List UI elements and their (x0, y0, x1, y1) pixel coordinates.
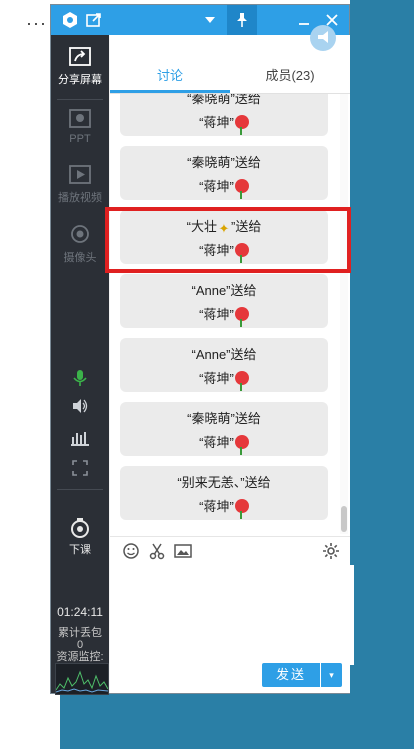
resource-monitor-graph (55, 663, 109, 695)
resource-monitor-label: 资源监控: (56, 651, 104, 663)
rose-icon (234, 307, 249, 327)
rose-icon (234, 499, 249, 519)
send-options-button[interactable]: ▾ (321, 663, 342, 687)
audio-level-icon (71, 429, 89, 447)
sidebar-item-camera[interactable]: 摄像头 (51, 225, 109, 265)
rose-icon (234, 371, 249, 391)
sidebar-item-play-video[interactable]: 播放视频 (51, 165, 109, 205)
gift-message: “Anne”送给 “蒋坤” (120, 338, 328, 392)
message-list[interactable]: “秦晓萌”送给 “蒋坤” “秦晓萌”送给 “蒋坤” “大壮 ✦ ”送给 “蒋坤” “… (110, 94, 350, 534)
sidebar-item-label: PPT (69, 133, 91, 145)
divider (57, 489, 103, 490)
sidebar-item-share-screen[interactable]: 分享屏幕 (51, 47, 109, 87)
sidebar: 分享屏幕 PPT 播放视频 摄像头 下课 01:24:11 累计丢包 0 资源监… (51, 35, 109, 695)
sidebar-item-label: 分享屏幕 (58, 74, 102, 86)
composer-toolbar (110, 536, 350, 565)
gift-sender-line: “秦晓萌”送给 (187, 94, 261, 106)
share-out-icon[interactable] (85, 11, 103, 29)
gift-receiver-line: “蒋坤” (120, 304, 328, 327)
rose-icon (234, 115, 249, 135)
gift-sender-line: “秦晓萌”送给 (187, 155, 261, 170)
gift-receiver: “蒋坤” (199, 435, 234, 450)
gift-receiver: “蒋坤” (199, 371, 234, 386)
gift-receiver-line: “蒋坤” (120, 432, 328, 455)
gift-message: “秦晓萌”送给 “蒋坤” (120, 402, 328, 456)
divider (57, 99, 103, 100)
dropdown-arrow-icon[interactable] (201, 11, 219, 29)
desktop-background-right (350, 0, 414, 749)
more-icon[interactable]: ··· (26, 13, 47, 34)
gift-receiver: “蒋坤” (199, 115, 234, 130)
rose-icon (234, 179, 249, 199)
emoji-icon[interactable] (122, 542, 140, 560)
gift-receiver-line: “蒋坤” (120, 176, 328, 199)
play-video-icon (68, 165, 92, 185)
packet-loss-label: 累计丢包 (58, 627, 102, 639)
classroom-window: 分享屏幕 PPT 播放视频 摄像头 下课 01:24:11 累计丢包 0 资源监… (50, 4, 354, 695)
gift-receiver-line: “蒋坤” (120, 112, 328, 135)
gift-sender-line: “秦晓萌”送给 (187, 411, 261, 426)
tab-discussion[interactable]: 讨论 (110, 65, 230, 84)
end-class-label: 下课 (69, 544, 91, 556)
highlight-annotation (105, 207, 351, 273)
fullscreen-icon[interactable] (71, 459, 89, 477)
chat-panel: 讨论 成员(23) “秦晓萌”送给 “蒋坤” “秦晓萌”送给 “蒋坤” “大壮 ✦… (110, 25, 354, 693)
packet-loss-value: 0 (76, 639, 84, 651)
send-button[interactable]: 发送 (262, 663, 320, 687)
gift-message: “别来无恙、”送给 “蒋坤” (120, 466, 328, 520)
end-class-button[interactable]: 下课 (51, 517, 109, 557)
gift-receiver: “蒋坤” (199, 179, 234, 194)
gift-receiver-line: “蒋坤” (120, 496, 328, 519)
share-screen-icon (68, 47, 92, 67)
gift-receiver-line: “蒋坤” (120, 368, 328, 391)
announcement-icon[interactable] (310, 25, 336, 51)
desktop-background (0, 0, 50, 749)
gift-sender-line: “Anne”送给 (191, 347, 257, 362)
speaker-icon[interactable] (71, 397, 89, 415)
ppt-icon (68, 109, 92, 129)
rose-icon (234, 435, 249, 455)
gift-message: “Anne”送给 “蒋坤” (120, 274, 328, 328)
title-bar[interactable] (51, 5, 349, 35)
tab-members[interactable]: 成员(23) (230, 65, 350, 84)
gift-receiver: “蒋坤” (199, 499, 234, 514)
gift-message: “秦晓萌”送给 “蒋坤” (120, 146, 328, 200)
image-icon[interactable] (174, 542, 192, 560)
sidebar-item-label: 播放视频 (58, 192, 102, 204)
tab-bar: 讨论 成员(23) (110, 25, 350, 94)
scissors-icon[interactable] (148, 542, 166, 560)
app-logo-icon (61, 11, 79, 29)
end-class-icon (68, 517, 92, 538)
message-scrollbar[interactable] (340, 94, 348, 534)
microphone-icon[interactable] (71, 369, 89, 387)
desktop-background-bottom (60, 694, 414, 749)
pin-icon (233, 11, 251, 29)
sidebar-item-ppt[interactable]: PPT (51, 109, 109, 145)
active-tab-indicator (110, 90, 230, 93)
settings-icon[interactable] (322, 542, 340, 560)
gift-message: “秦晓萌”送给 “蒋坤” (120, 94, 328, 136)
gift-sender-line: “Anne”送给 (191, 283, 257, 298)
message-input[interactable] (110, 565, 354, 665)
class-timer: 01:24:11 (57, 605, 103, 619)
gift-receiver: “蒋坤” (199, 307, 234, 322)
camera-icon (68, 225, 92, 245)
gift-sender-line: “别来无恙、”送给 (177, 475, 271, 490)
pin-button[interactable] (227, 5, 257, 35)
sidebar-item-label: 摄像头 (63, 252, 97, 264)
scrollbar-thumb[interactable] (341, 506, 347, 532)
